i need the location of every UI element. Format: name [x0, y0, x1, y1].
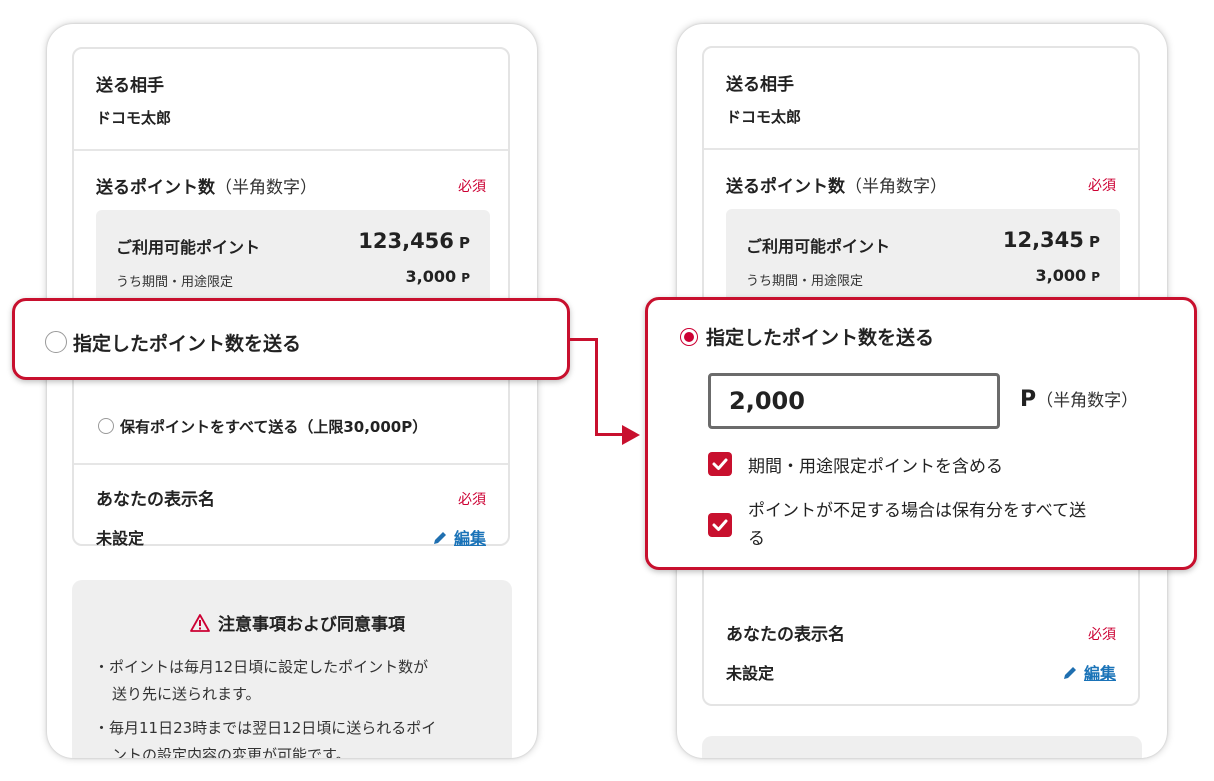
- recipient-name: ドコモ太郎: [726, 108, 802, 126]
- check-icon: [712, 519, 728, 531]
- amount-input[interactable]: [708, 373, 1000, 429]
- notice-line: 送り先に送られます。: [112, 685, 261, 703]
- amount-unit-label: P（半角数字）: [1020, 387, 1139, 412]
- notice-line: ・毎月11日23時までは翌日12日頃に送られるポイ: [94, 719, 437, 737]
- edit-link[interactable]: 編集: [1062, 660, 1116, 684]
- notice-line: ・ポイントは毎月12日頃に設定したポイント数が: [94, 658, 429, 676]
- edit-link[interactable]: 編集: [432, 525, 486, 549]
- send-form-card: 送る相手 ドコモ太郎 送るポイント数（半角数字） 必須 ご利用可能ポイント 12…: [72, 47, 510, 549]
- points-label: 送るポイント数（半角数字）: [726, 177, 947, 197]
- checkbox-send-all-label-line1: ポイントが不足する場合は保有分をすべて送: [748, 501, 1087, 521]
- option-send-all-label: 保有ポイントをすべて送る（上限30,000P）: [120, 418, 428, 436]
- limited-points-label: うち期間・用途限定: [746, 274, 864, 289]
- divider: [74, 463, 508, 465]
- available-points-label: ご利用可能ポイント: [116, 238, 261, 257]
- notice-line: ントの設定内容の変更が可能です。: [112, 746, 351, 758]
- recipient-label: 送る相手: [726, 75, 794, 95]
- highlight-callout-unselected: 指定したポイント数を送る: [12, 298, 570, 380]
- notice-box: [702, 736, 1142, 758]
- check-icon: [712, 458, 728, 470]
- required-badge: 必須: [1088, 178, 1116, 194]
- points-label: 送るポイント数（半角数字）: [96, 178, 317, 198]
- available-points-value: 123,456 P: [358, 229, 470, 253]
- option-specified-label: 指定したポイント数を送る: [706, 327, 935, 349]
- checkbox-send-all-if-insufficient[interactable]: [708, 513, 732, 537]
- checkbox-include-limited-label: 期間・用途限定ポイントを含める: [748, 457, 1003, 477]
- radio-specified-points[interactable]: [45, 331, 67, 353]
- notice-title: 注意事項および同意事項: [190, 610, 405, 635]
- recipient-label: 送る相手: [96, 76, 164, 96]
- available-points-value: 12,345 P: [1002, 228, 1100, 252]
- pencil-icon: [1063, 667, 1076, 679]
- required-badge: 必須: [458, 492, 486, 508]
- display-name-label: あなたの表示名: [726, 625, 845, 645]
- required-badge: 必須: [458, 179, 486, 195]
- divider: [704, 148, 1138, 150]
- display-name-label: あなたの表示名: [96, 490, 215, 510]
- radio-specified-points-selected[interactable]: [680, 328, 698, 346]
- checkbox-send-all-label-line2: る: [748, 529, 765, 549]
- left-screen: 送る相手 ドコモ太郎 送るポイント数（半角数字） 必須 ご利用可能ポイント 12…: [47, 24, 537, 758]
- limited-points-label: うち期間・用途限定: [116, 275, 234, 290]
- display-name-value: 未設定: [96, 529, 145, 548]
- display-name-card: あなたの表示名 必須 未設定 編集: [702, 596, 1140, 706]
- notice-box: 注意事項および同意事項 ・ポイントは毎月12日頃に設定したポイント数が 送り先に…: [72, 580, 512, 758]
- display-name-value: 未設定: [726, 664, 775, 683]
- checkbox-include-limited[interactable]: [708, 452, 732, 476]
- divider: [74, 149, 508, 151]
- limited-points-value: 3,000 P: [1035, 266, 1101, 285]
- pencil-icon: [433, 532, 446, 544]
- connector-line: [595, 338, 598, 436]
- required-badge: 必須: [1088, 627, 1116, 643]
- limited-points-value: 3,000 P: [405, 267, 471, 286]
- connector-line: [570, 338, 598, 341]
- warning-icon: [190, 614, 210, 632]
- radio-send-all[interactable]: [98, 418, 114, 434]
- recipient-name: ドコモ太郎: [96, 109, 172, 127]
- available-points-label: ご利用可能ポイント: [746, 237, 891, 256]
- highlight-callout-selected: 指定したポイント数を送る P（半角数字） 期間・用途限定ポイントを含める ポイン…: [645, 297, 1197, 570]
- option-specified-label: 指定したポイント数を送る: [73, 333, 302, 355]
- arrow-right-icon: [622, 425, 640, 445]
